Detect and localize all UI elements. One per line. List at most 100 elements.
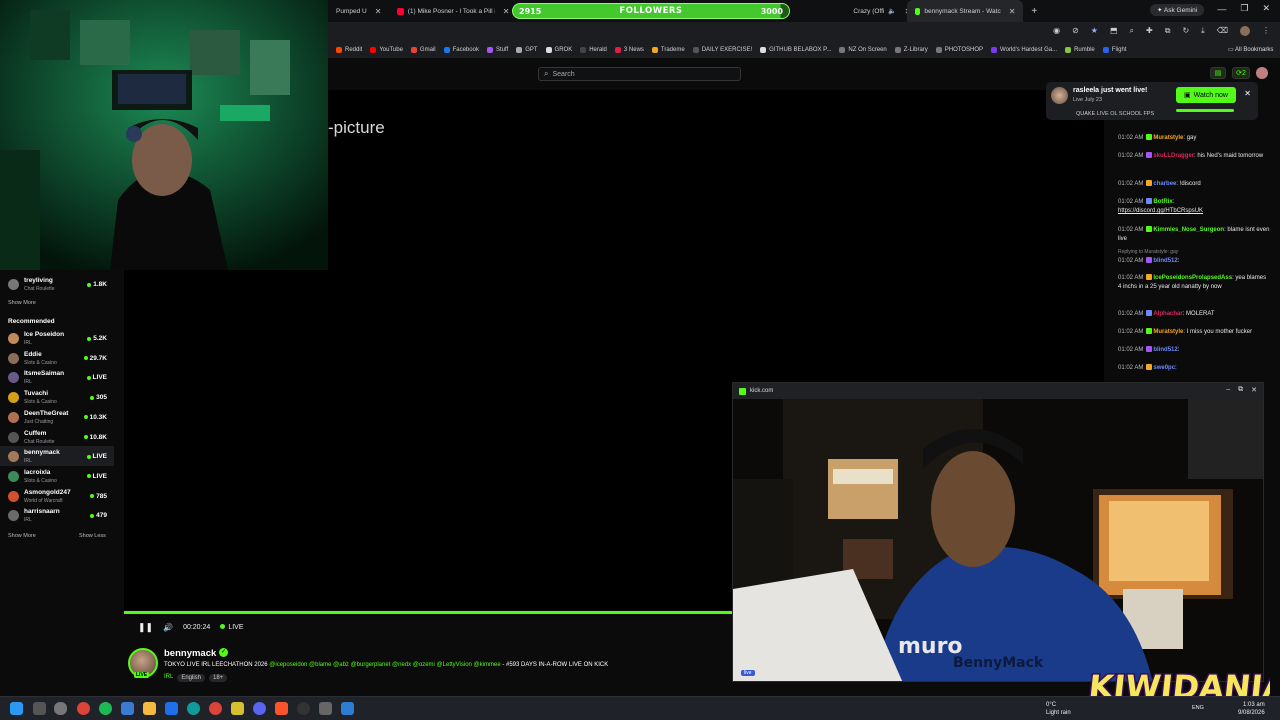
chat-link[interactable]: https://discord.gg/HTbCRspsUK <box>1118 208 1203 214</box>
windows-start-icon[interactable] <box>10 702 23 715</box>
sidebar-item-eddie[interactable]: Eddie Slots & Casino 29.7K <box>0 348 114 368</box>
search-icon[interactable]: ⌕ <box>1130 26 1134 36</box>
progress-bar[interactable] <box>124 611 734 614</box>
picture-in-picture-window[interactable]: kick.com – ⧉ ✕ muro BennyMack live <box>732 382 1264 682</box>
show-more-link[interactable]: Show More <box>8 300 36 306</box>
tab-4[interactable]: Crazy (Offi🔈✕ <box>845 0 911 22</box>
shield-icon[interactable] <box>54 702 67 715</box>
star-icon[interactable]: ★ <box>1091 26 1098 36</box>
history-icon[interactable]: ↻ <box>1182 26 1189 36</box>
language-indicator[interactable]: ENG <box>1192 705 1204 711</box>
sidebar-item-itsmesaiman[interactable]: ItsmeSaiman IRL LIVE <box>0 367 114 387</box>
puzzle-icon[interactable]: ⧉ <box>1165 26 1171 36</box>
search-input[interactable]: ⌕ Search <box>538 67 741 81</box>
stream-manager-icon[interactable]: ▤ <box>1210 67 1226 79</box>
chat-username[interactable]: Muratstyle <box>1153 135 1183 141</box>
all-bookmarks[interactable]: ▭ All Bookmarks <box>1228 46 1273 53</box>
bookmark-item[interactable]: Trademe <box>651 47 685 53</box>
edge-icon[interactable] <box>187 702 200 715</box>
extension-icon[interactable]: ✚ <box>1146 26 1153 36</box>
explorer-icon[interactable] <box>121 702 134 715</box>
close-window-icon[interactable]: ✕ <box>1262 3 1270 14</box>
clock[interactable]: 1:03 am 9/08/2026 <box>1238 701 1265 717</box>
hide-icon[interactable]: ⊘ <box>1072 26 1079 36</box>
back-to-tab-icon[interactable]: ⧉ <box>1238 386 1243 394</box>
bookmark-item[interactable]: Flight <box>1102 47 1126 53</box>
sidebar-item-bennymack[interactable]: bennymack IRL LIVE <box>0 446 114 467</box>
bookmark-item[interactable]: GROK <box>545 47 572 53</box>
speaker-icon[interactable]: 🔈 <box>888 7 896 15</box>
sidebar-item-tuvachi[interactable]: Tuvachi Slots & Casino 305 <box>0 387 114 407</box>
app-icon[interactable] <box>165 702 178 715</box>
close-icon[interactable]: ✕ <box>503 7 510 16</box>
chat-username[interactable]: Kimmies_Nose_Surgeon <box>1153 227 1224 233</box>
chat-username[interactable]: skuLLDragger <box>1153 153 1194 159</box>
bookmark-item[interactable]: World's Hardest Ga... <box>991 47 1057 53</box>
sidebar-item-ice-poseidon[interactable]: Ice Poseidon IRL 5.2K <box>0 328 114 348</box>
ask-gemini-button[interactable]: ✦ Ask Gemini <box>1150 4 1205 16</box>
chat-username[interactable]: blind512 <box>1153 347 1177 353</box>
maximize-icon[interactable]: ❐ <box>1240 3 1248 14</box>
spotify-icon[interactable] <box>99 702 112 715</box>
chat-username[interactable]: Muratstyle <box>1153 329 1183 335</box>
chat-username[interactable]: blind512 <box>1153 258 1177 264</box>
close-icon[interactable]: ✕ <box>1244 89 1251 98</box>
new-tab-button[interactable]: + <box>1023 0 1045 22</box>
sidebar-item-lacroixla[interactable]: lacroixla Slots & Casino LIVE <box>0 466 114 486</box>
watch-now-button[interactable]: ▣ Watch now <box>1176 87 1236 103</box>
tab-2[interactable]: (1) Mike Posner - I Took a Pill in ✕ <box>389 0 517 22</box>
close-icon[interactable]: ✕ <box>1009 7 1016 16</box>
pause-icon[interactable]: ❚❚ <box>138 622 153 633</box>
bookmark-item[interactable]: GITHUB BELABOX P... <box>760 47 831 53</box>
bookmark-item[interactable]: Z-Library <box>894 47 928 53</box>
tag[interactable]: 18+ <box>209 674 228 682</box>
bookmark-item[interactable]: 3 News <box>614 47 644 53</box>
app-icon[interactable] <box>341 702 354 715</box>
category-link[interactable]: IRL <box>164 674 173 682</box>
extension-icon[interactable]: ⬒ <box>1110 26 1118 36</box>
bookmark-item[interactable]: DAILY EXERCISE! <box>692 47 752 53</box>
chat-username[interactable]: charbee <box>1153 181 1176 187</box>
bookmark-item[interactable]: Reddit <box>336 47 362 53</box>
discord-icon[interactable] <box>253 702 266 715</box>
chat-username[interactable]: swe0pc <box>1153 365 1175 371</box>
bookmark-item[interactable]: Herald <box>580 47 607 53</box>
bookmark-item[interactable]: PHOTOSHOP <box>935 47 983 53</box>
minimize-icon[interactable]: – <box>1226 386 1230 394</box>
show-less-link[interactable]: Show Less <box>79 533 106 539</box>
close-icon[interactable]: ✕ <box>375 7 382 16</box>
close-icon[interactable]: ✕ <box>1251 386 1257 394</box>
tag[interactable]: English <box>177 674 206 682</box>
notifications-button[interactable]: ⟳ 2 <box>1232 67 1250 79</box>
task-view-icon[interactable] <box>33 702 46 715</box>
folder-icon[interactable] <box>143 702 156 715</box>
browser-icon[interactable] <box>209 702 222 715</box>
tab-active[interactable]: bennymack Stream - Watc ✕ <box>907 0 1024 22</box>
obs-icon[interactable] <box>297 702 310 715</box>
bookmark-item[interactable]: YouTube <box>370 47 403 53</box>
sidebar-item-deenthegreat[interactable]: DeenTheGreat Just Chatting 10.3K <box>0 407 114 427</box>
bookmark-item[interactable]: Facebook <box>443 47 479 53</box>
user-avatar[interactable] <box>1256 67 1268 79</box>
bookmark-item[interactable]: Gmail <box>410 47 436 53</box>
chrome-icon[interactable] <box>77 702 90 715</box>
profile-avatar[interactable] <box>1240 26 1250 36</box>
menu-icon[interactable]: ⋮ <box>1262 26 1270 36</box>
volume-icon[interactable]: 🔊 <box>163 623 173 632</box>
chat-username[interactable]: BotRix <box>1153 199 1172 205</box>
tab-1[interactable]: Pumped U ✕ <box>328 0 389 22</box>
bookmark-item[interactable]: Stuff <box>486 47 508 53</box>
sidebar-item-asmongold247[interactable]: Asmongold247 World of Warcraft 785 <box>0 486 114 506</box>
title-mentions[interactable]: @iceposeidon @blame @abz @burgerplanet @… <box>269 662 500 668</box>
bookmark-item[interactable]: NZ On Screen <box>839 47 887 53</box>
sidebar-item-following[interactable]: treyliving Chat Roulette 1.8K <box>0 274 114 294</box>
chat-username[interactable]: IcePoseidonsProlapsedAss <box>1153 275 1232 281</box>
streamer-name[interactable]: bennymack <box>164 648 216 659</box>
chat-username[interactable]: Alphachar <box>1153 311 1182 317</box>
minimize-icon[interactable]: — <box>1217 4 1226 14</box>
show-more-link[interactable]: Show More <box>8 533 36 539</box>
bookmark-item[interactable]: GPT <box>516 47 538 53</box>
sidebar-item-cuffem[interactable]: Cuffem Chat Roulette 10.8K <box>0 427 114 447</box>
delete-icon[interactable]: ⌫ <box>1217 26 1228 36</box>
brave-icon[interactable] <box>275 702 288 715</box>
